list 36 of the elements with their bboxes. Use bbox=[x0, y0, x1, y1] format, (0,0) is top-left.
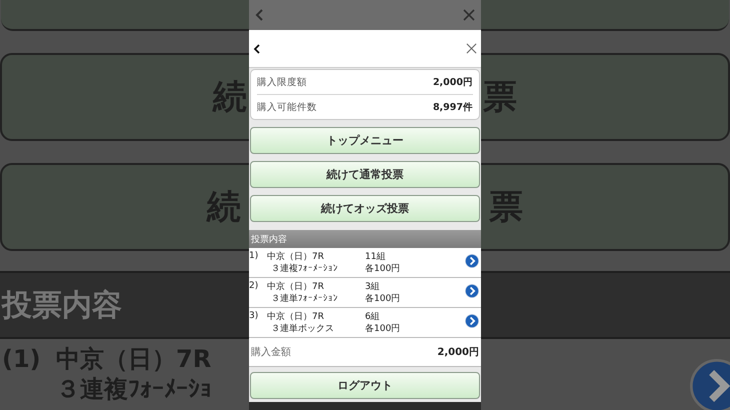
race-name: 中京（日）7R bbox=[267, 280, 325, 292]
race-name: 中京（日）7R bbox=[267, 250, 325, 262]
combination-count: 6組 bbox=[365, 310, 381, 322]
menu-button[interactable]: トップメニュー bbox=[250, 127, 480, 154]
arrow-circle-icon[interactable] bbox=[465, 254, 479, 268]
combination-count: 3組 bbox=[365, 280, 381, 292]
close-icon[interactable] bbox=[466, 43, 477, 54]
bet-row[interactable]: 3) 中京（日）7R ３連単ボックス 6組 各100円 bbox=[249, 308, 481, 338]
unit-price: 各100円 bbox=[365, 292, 402, 304]
info-label: 購入限度額 bbox=[257, 76, 307, 88]
back-icon[interactable] bbox=[253, 44, 261, 54]
close-icon[interactable] bbox=[463, 9, 475, 21]
menu-button[interactable]: 続けてオッズ投票 bbox=[250, 195, 480, 222]
bet-number: 3) bbox=[249, 311, 260, 321]
info-value: 2,000円 bbox=[432, 76, 473, 88]
bet-number: 2) bbox=[249, 281, 260, 291]
bet-type: ３連複ﾌｫｰﾒｰｼｮﾝ bbox=[271, 262, 339, 274]
backdrop-section-title: 投票内容 bbox=[2, 286, 123, 324]
info-label: 購入可能件数 bbox=[257, 100, 317, 114]
info-value: 8,997件 bbox=[432, 100, 473, 114]
bet-row[interactable]: 2) 中京（日）7R ３連単ﾌｫｰﾒｰｼｮﾝ 3組 各100円 bbox=[249, 278, 481, 308]
menu-button[interactable]: 続けて通常投票 bbox=[250, 161, 480, 188]
unit-price: 各100円 bbox=[365, 262, 402, 274]
total-label: 購入金額 bbox=[251, 346, 291, 359]
section-title: 投票内容 bbox=[251, 234, 287, 246]
race-name: 中京（日）7R bbox=[267, 310, 325, 322]
combination-count: 11組 bbox=[365, 250, 386, 262]
bet-type: ３連単ﾌｫｰﾒｰｼｮﾝ bbox=[271, 292, 339, 304]
logout-button[interactable]: ログアウト bbox=[250, 372, 480, 399]
bet-type: ３連単ボックス bbox=[271, 322, 335, 334]
arrow-circle-icon[interactable] bbox=[465, 314, 479, 328]
unit-price: 各100円 bbox=[365, 322, 402, 334]
arrow-circle-icon[interactable] bbox=[465, 284, 479, 298]
total-value: 2,000円 bbox=[437, 346, 479, 359]
bet-row[interactable]: 1) 中京（日）7R ３連複ﾌｫｰﾒｰｼｮﾝ 11組 各100円 bbox=[249, 248, 481, 278]
bet-number: 1) bbox=[249, 251, 260, 261]
